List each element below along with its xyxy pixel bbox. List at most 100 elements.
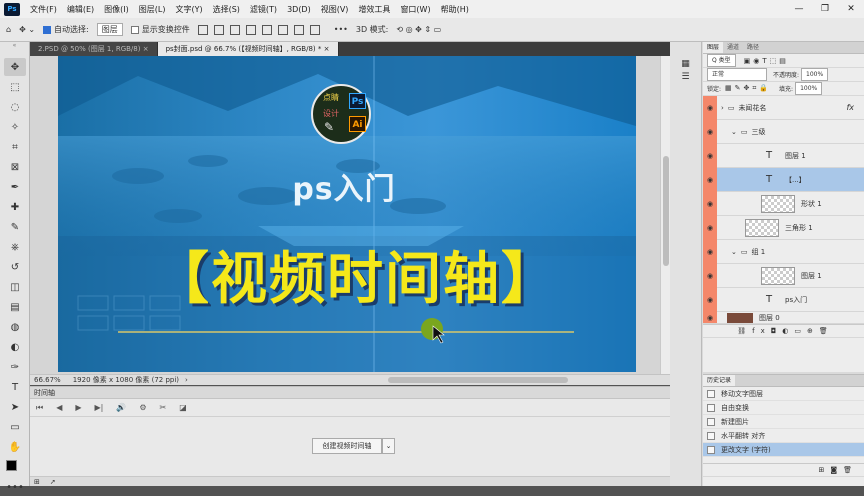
frame-tool-icon[interactable]: ⊠	[4, 158, 26, 176]
menu-view[interactable]: 视图(V)	[316, 4, 354, 15]
magic-wand-tool-icon[interactable]: ✧	[4, 118, 26, 136]
blur-tool-icon[interactable]: ◍	[4, 318, 26, 336]
add-style-icon[interactable]: fx	[752, 327, 771, 335]
layer-row[interactable]: ◉ T 图层 1	[703, 143, 864, 168]
tab-document-2[interactable]: ps封面.psd @ 66.7% (【视频时间轴】, RGB/8) * ×	[157, 42, 339, 56]
tab-layers[interactable]: 图层	[703, 42, 724, 53]
home-icon[interactable]: ⌂	[6, 25, 11, 34]
more-options-button[interactable]: •••	[334, 25, 348, 34]
lasso-tool-icon[interactable]: ◌	[4, 98, 26, 116]
path-selection-tool-icon[interactable]: ➤	[4, 398, 26, 416]
menu-window[interactable]: 窗口(W)	[395, 4, 435, 15]
vertical-scrollbar[interactable]	[660, 56, 670, 374]
shape-tool-icon[interactable]: ▭	[4, 418, 26, 436]
gradient-tool-icon[interactable]: ▤	[4, 298, 26, 316]
new-layer-icon[interactable]: ⊕	[807, 327, 819, 335]
convert-frame-icon[interactable]: ⊞	[34, 478, 40, 486]
distribute-icon[interactable]	[309, 24, 320, 35]
filter-icons[interactable]: ▣◉T⬚▤	[744, 57, 789, 65]
menu-3d[interactable]: 3D(D)	[282, 5, 316, 14]
layer-row[interactable]: ◉ 三角形 1	[703, 215, 864, 240]
add-mask-icon[interactable]: ◘	[771, 327, 783, 335]
3d-tools-icon[interactable]: ⟲ ◎ ✥ ⇕ ▭	[396, 25, 441, 34]
layer-row-selected[interactable]: ◉ T 【...】	[703, 167, 864, 192]
layer-name[interactable]: 三角形 1	[785, 223, 813, 233]
distribute-icon[interactable]	[293, 24, 304, 35]
transition-icon[interactable]: ◪	[179, 403, 187, 412]
align-vcenter-icon[interactable]	[261, 24, 272, 35]
visibility-eye-icon[interactable]: ◉	[703, 167, 717, 192]
layer-name[interactable]: ps入门	[785, 295, 807, 305]
new-group-icon[interactable]: ▭	[794, 327, 807, 335]
histogram-icon[interactable]: ▦	[678, 59, 693, 69]
menu-filter[interactable]: 滤镜(T)	[245, 4, 282, 15]
next-frame-icon[interactable]: ▶|	[95, 403, 104, 412]
delete-state-icon[interactable]: 🗑	[843, 466, 858, 474]
status-menu-icon[interactable]: ›	[185, 376, 188, 384]
hand-tool-icon[interactable]: ✋	[4, 438, 26, 456]
previous-frame-icon[interactable]: ◀	[56, 403, 62, 412]
tab-history[interactable]: 历史记录	[703, 375, 736, 386]
split-scissors-icon[interactable]: ✂	[160, 403, 167, 412]
layer-row[interactable]: ◉ ⌄ ▭ 三级	[703, 119, 864, 144]
auto-select-dropdown[interactable]: 图层	[96, 23, 123, 36]
layer-row[interactable]: ◉ ⌄ ▭ 组 1	[703, 239, 864, 264]
tab-channels[interactable]: 通道	[723, 42, 743, 53]
marquee-tool-icon[interactable]: ⬚	[4, 78, 26, 96]
tab-paths[interactable]: 路径	[743, 42, 763, 53]
visibility-eye-icon[interactable]: ◉	[703, 239, 717, 264]
tab-document-1[interactable]: 2.PSD @ 50% (图层 1, RGB/8) ×	[30, 42, 158, 56]
menu-edit[interactable]: 编辑(E)	[62, 4, 99, 15]
layer-name[interactable]: 【...】	[785, 175, 806, 185]
pen-tool-icon[interactable]: ✑	[4, 358, 26, 376]
menu-file[interactable]: 文件(F)	[25, 4, 62, 15]
align-bottom-icon[interactable]	[277, 24, 288, 35]
menu-plugins[interactable]: 增效工具	[353, 4, 395, 15]
toolbar-collapse-icon[interactable]: «	[0, 42, 29, 56]
healing-brush-tool-icon[interactable]: ✚	[4, 198, 26, 216]
layer-row[interactable]: ◉ 图层 1	[703, 263, 864, 288]
layer-effects-icon[interactable]: fx	[846, 103, 854, 112]
fill-input[interactable]: 100%	[795, 82, 823, 95]
layer-name[interactable]: 三级	[752, 127, 766, 137]
auto-select-checkbox[interactable]: 自动选择:	[43, 24, 89, 35]
layer-row[interactable]: ◉ 形状 1	[703, 191, 864, 216]
close-tab-icon[interactable]: ×	[324, 45, 330, 53]
layer-name[interactable]: 组 1	[752, 247, 766, 257]
history-item[interactable]: 移动文字图层	[703, 387, 864, 401]
horizontal-scrollbar-thumb[interactable]	[387, 377, 568, 383]
maximize-button[interactable]: ❐	[812, 4, 838, 14]
brush-tool-icon[interactable]: ✎	[4, 218, 26, 236]
layer-row[interactable]: ◉ › ▭ 未闻花名 fx	[703, 95, 864, 120]
layer-row[interactable]: ◉ 图层 0	[703, 312, 864, 324]
expand-chevron-icon[interactable]: ⌄	[731, 128, 737, 136]
settings-gear-icon[interactable]: ⚙	[139, 403, 146, 412]
adjustment-layer-icon[interactable]: ◐	[782, 327, 794, 335]
visibility-eye-icon[interactable]: ◉	[703, 95, 717, 120]
history-item[interactable]: 自由变换	[703, 401, 864, 415]
menu-layer[interactable]: 图层(L)	[134, 4, 171, 15]
layer-row[interactable]: ◉ T ps入门	[703, 287, 864, 312]
layer-name[interactable]: 形状 1	[801, 199, 822, 209]
visibility-eye-icon[interactable]: ◉	[703, 312, 717, 323]
expand-chevron-icon[interactable]: ›	[721, 104, 724, 112]
new-document-icon[interactable]: ⊞	[818, 466, 830, 474]
chevron-down-icon[interactable]: ⌄	[382, 438, 395, 454]
close-window-button[interactable]: ✕	[838, 4, 864, 14]
layer-name[interactable]: 图层 1	[785, 151, 806, 161]
minimize-button[interactable]: —	[786, 4, 812, 14]
layer-name[interactable]: 未闻花名	[738, 103, 766, 113]
menu-select[interactable]: 选择(S)	[208, 4, 245, 15]
layer-filter-dropdown[interactable]: Q 类型	[707, 54, 736, 67]
menu-type[interactable]: 文字(Y)	[170, 4, 207, 15]
link-layers-icon[interactable]: ⛓	[737, 327, 752, 335]
properties-icon[interactable]: ☰	[678, 72, 693, 82]
align-left-icon[interactable]	[197, 24, 208, 35]
history-brush-tool-icon[interactable]: ↺	[4, 258, 26, 276]
close-tab-icon[interactable]: ×	[143, 45, 149, 53]
canvas-area[interactable]: 点睛 设计 Ps Ai ✎ ps入门 【视频时间轴】	[30, 56, 670, 374]
layer-name[interactable]: 图层 1	[801, 271, 822, 281]
history-item-selected[interactable]: 更改文字 (字符)	[703, 443, 864, 457]
history-item[interactable]: 新建图片	[703, 415, 864, 429]
create-video-timeline-button[interactable]: 创建视频时间轴	[312, 438, 382, 454]
